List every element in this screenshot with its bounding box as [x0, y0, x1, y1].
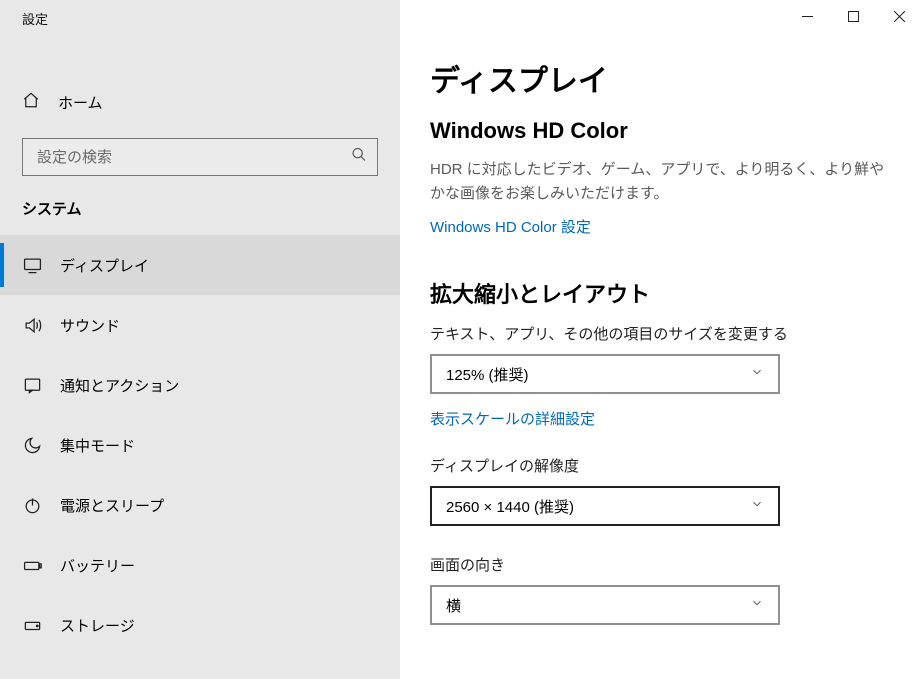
moon-icon	[22, 436, 42, 455]
maximize-button[interactable]	[830, 0, 876, 32]
sound-icon	[22, 316, 42, 335]
resolution-dropdown[interactable]: 2560 × 1440 (推奨)	[430, 486, 780, 526]
sidebar-item-label: ストレージ	[60, 615, 135, 636]
sidebar-item-display[interactable]: ディスプレイ	[0, 235, 400, 295]
home-link[interactable]: ホーム	[0, 72, 400, 132]
advanced-scale-link[interactable]: 表示スケールの詳細設定	[430, 408, 595, 429]
sidebar-item-label: バッテリー	[60, 555, 135, 576]
chevron-down-icon	[750, 497, 764, 516]
window-title-text: 設定	[22, 9, 48, 28]
minimize-button[interactable]	[784, 0, 830, 32]
sidebar-item-label: 電源とスリープ	[60, 495, 164, 516]
close-button[interactable]	[876, 0, 922, 32]
sidebar-item-focus[interactable]: 集中モード	[0, 415, 400, 475]
sidebar-item-battery[interactable]: バッテリー	[0, 535, 400, 595]
orientation-value: 横	[446, 595, 461, 616]
sidebar-item-sound[interactable]: サウンド	[0, 295, 400, 355]
scale-heading: 拡大縮小とレイアウト	[430, 277, 892, 309]
sidebar-item-label: サウンド	[60, 315, 120, 336]
battery-icon	[22, 556, 42, 575]
sidebar-item-storage[interactable]: ストレージ	[0, 595, 400, 655]
home-label: ホーム	[58, 92, 103, 113]
sidebar-item-label: ディスプレイ	[60, 255, 149, 276]
text-size-label: テキスト、アプリ、その他の項目のサイズを変更する	[430, 323, 892, 344]
hd-color-desc: HDR に対応したビデオ、ゲーム、アプリで、より明るく、より鮮やかな画像をお楽し…	[430, 158, 892, 206]
search-input[interactable]	[23, 139, 377, 175]
search-icon	[351, 147, 367, 168]
display-icon	[22, 256, 42, 275]
category-header: システム	[0, 176, 400, 225]
storage-icon	[22, 616, 42, 635]
sidebar-item-label: 集中モード	[60, 435, 135, 456]
resolution-value: 2560 × 1440 (推奨)	[446, 496, 574, 517]
window-controls	[784, 0, 922, 32]
nav-list: ディスプレイ サウンド 通知とアクション 集中	[0, 235, 400, 655]
sidebar-item-notifications[interactable]: 通知とアクション	[0, 355, 400, 415]
hd-color-link[interactable]: Windows HD Color 設定	[430, 216, 591, 237]
sidebar: 設定 ホーム システム ディスプレイ	[0, 0, 400, 679]
power-icon	[22, 496, 42, 515]
sidebar-item-label: 通知とアクション	[60, 375, 179, 396]
chevron-down-icon	[750, 596, 764, 615]
text-size-dropdown[interactable]: 125% (推奨)	[430, 354, 780, 394]
search-box[interactable]	[22, 138, 378, 176]
orientation-dropdown[interactable]: 横	[430, 585, 780, 625]
content-area: ディスプレイ Windows HD Color HDR に対応したビデオ、ゲーム…	[400, 0, 922, 679]
text-size-value: 125% (推奨)	[446, 364, 529, 385]
notification-icon	[22, 376, 42, 395]
page-title: ディスプレイ	[430, 56, 892, 100]
orientation-label: 画面の向き	[430, 554, 892, 575]
chevron-down-icon	[750, 365, 764, 384]
resolution-label: ディスプレイの解像度	[430, 455, 892, 476]
window-title: 設定	[0, 0, 400, 36]
home-icon	[22, 91, 40, 114]
hd-color-heading: Windows HD Color	[430, 118, 892, 144]
sidebar-item-power[interactable]: 電源とスリープ	[0, 475, 400, 535]
